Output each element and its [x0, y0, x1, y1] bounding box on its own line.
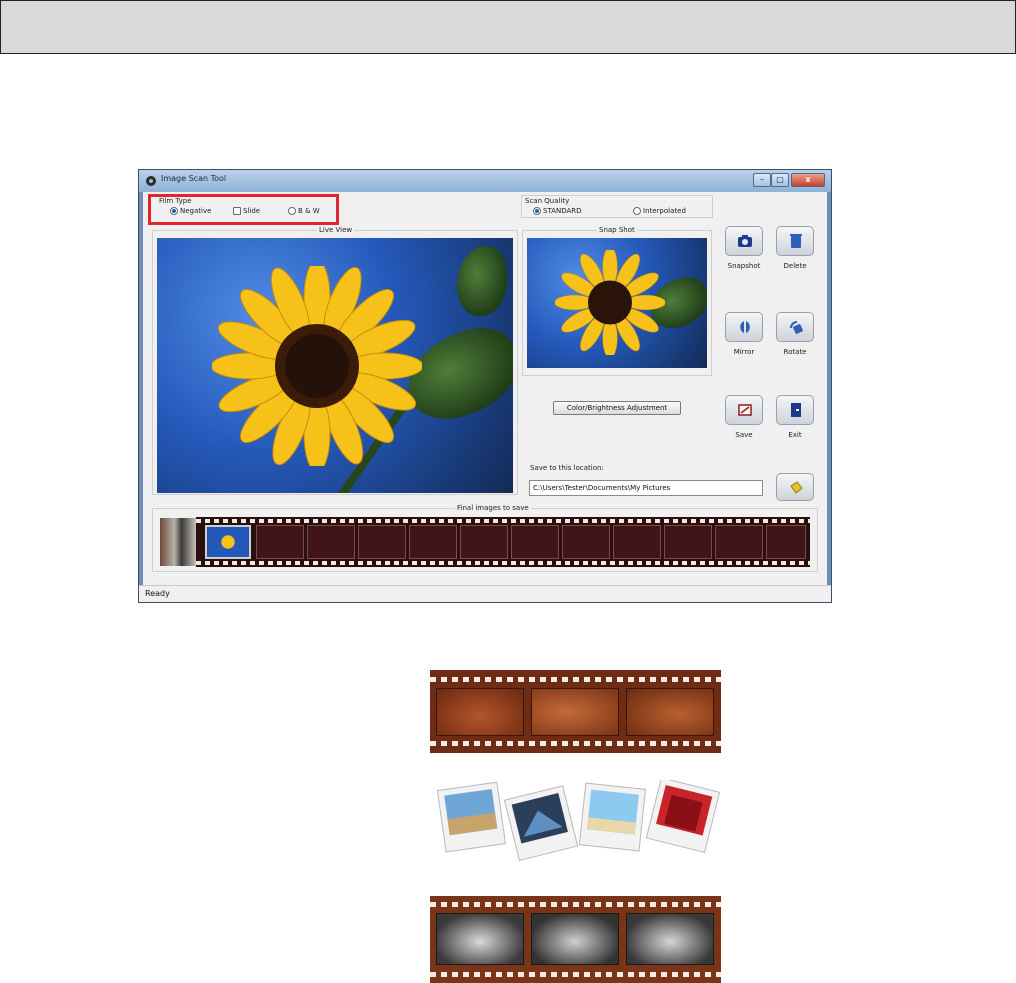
empty-frame[interactable]	[307, 525, 355, 559]
exit-button[interactable]	[776, 395, 814, 425]
manual-page: Image Scan Tool – □ x Film Type Negative…	[0, 0, 1016, 983]
standard-radio[interactable]	[533, 207, 541, 215]
camera-icon	[738, 235, 752, 247]
status-bar: Ready	[139, 585, 831, 602]
rotate-icon	[790, 321, 803, 334]
final-images-label: Final images to save	[455, 504, 531, 512]
save-location-label: Save to this location:	[530, 464, 604, 472]
snapshot-sunflower-graphic	[555, 250, 665, 355]
film-roll-graphic	[160, 518, 196, 566]
empty-frame[interactable]	[256, 525, 304, 559]
standard-radio-label: STANDARD	[543, 207, 582, 215]
save-path-input[interactable]: C:\Users\Tester\Documents\My Pictures	[529, 480, 763, 496]
window-client-area: Film Type Negative Slide B & W Scan Qual…	[143, 192, 827, 589]
snap-shot-image	[527, 238, 707, 368]
empty-frame[interactable]	[766, 525, 806, 559]
rotate-button[interactable]	[776, 312, 814, 342]
empty-frame[interactable]	[613, 525, 661, 559]
empty-frame[interactable]	[409, 525, 457, 559]
folder-icon	[790, 481, 803, 494]
exit-button-label: Exit	[788, 431, 802, 439]
slide-photos-image	[436, 780, 720, 862]
header-bar	[0, 0, 1016, 54]
negative-film-strip-image	[430, 670, 721, 753]
sunflower-graphic	[212, 266, 422, 466]
interpolated-radio[interactable]	[633, 207, 641, 215]
close-button[interactable]: x	[791, 173, 825, 187]
snapshot-button[interactable]	[725, 226, 763, 256]
app-window: Image Scan Tool – □ x Film Type Negative…	[138, 169, 832, 603]
live-view-label: Live View	[317, 226, 355, 234]
interpolated-radio-label: Interpolated	[643, 207, 686, 215]
empty-frame[interactable]	[562, 525, 610, 559]
empty-frame[interactable]	[715, 525, 763, 559]
trash-icon	[790, 234, 802, 248]
delete-button[interactable]	[776, 226, 814, 256]
minimize-button[interactable]: –	[753, 173, 771, 187]
delete-button-label: Delete	[783, 262, 807, 270]
maximize-button[interactable]: □	[771, 173, 789, 187]
exit-icon	[791, 403, 801, 417]
window-title: Image Scan Tool	[161, 174, 227, 183]
empty-frame[interactable]	[460, 525, 508, 559]
film-type-highlight	[148, 194, 339, 225]
empty-frame[interactable]	[358, 525, 406, 559]
filmstrip-thumbnail[interactable]	[205, 525, 251, 559]
mirror-button[interactable]	[725, 312, 763, 342]
browse-folder-button[interactable]	[776, 473, 814, 501]
rotate-button-label: Rotate	[783, 348, 807, 356]
bw-film-strip-image	[430, 896, 721, 983]
empty-frame[interactable]	[664, 525, 712, 559]
scan-quality-label: Scan Quality	[525, 197, 570, 205]
final-images-filmstrip[interactable]	[196, 517, 810, 567]
live-view-image	[157, 238, 513, 493]
title-bar[interactable]: Image Scan Tool – □ x	[139, 170, 831, 192]
mirror-icon	[740, 321, 750, 333]
save-button[interactable]	[725, 395, 763, 425]
app-icon	[146, 176, 156, 186]
save-icon	[738, 404, 752, 416]
color-brightness-button[interactable]: Color/Brightness Adjustment	[553, 401, 681, 415]
status-text: Ready	[145, 589, 170, 598]
snap-shot-label: Snap Shot	[597, 226, 637, 234]
empty-frame[interactable]	[511, 525, 559, 559]
